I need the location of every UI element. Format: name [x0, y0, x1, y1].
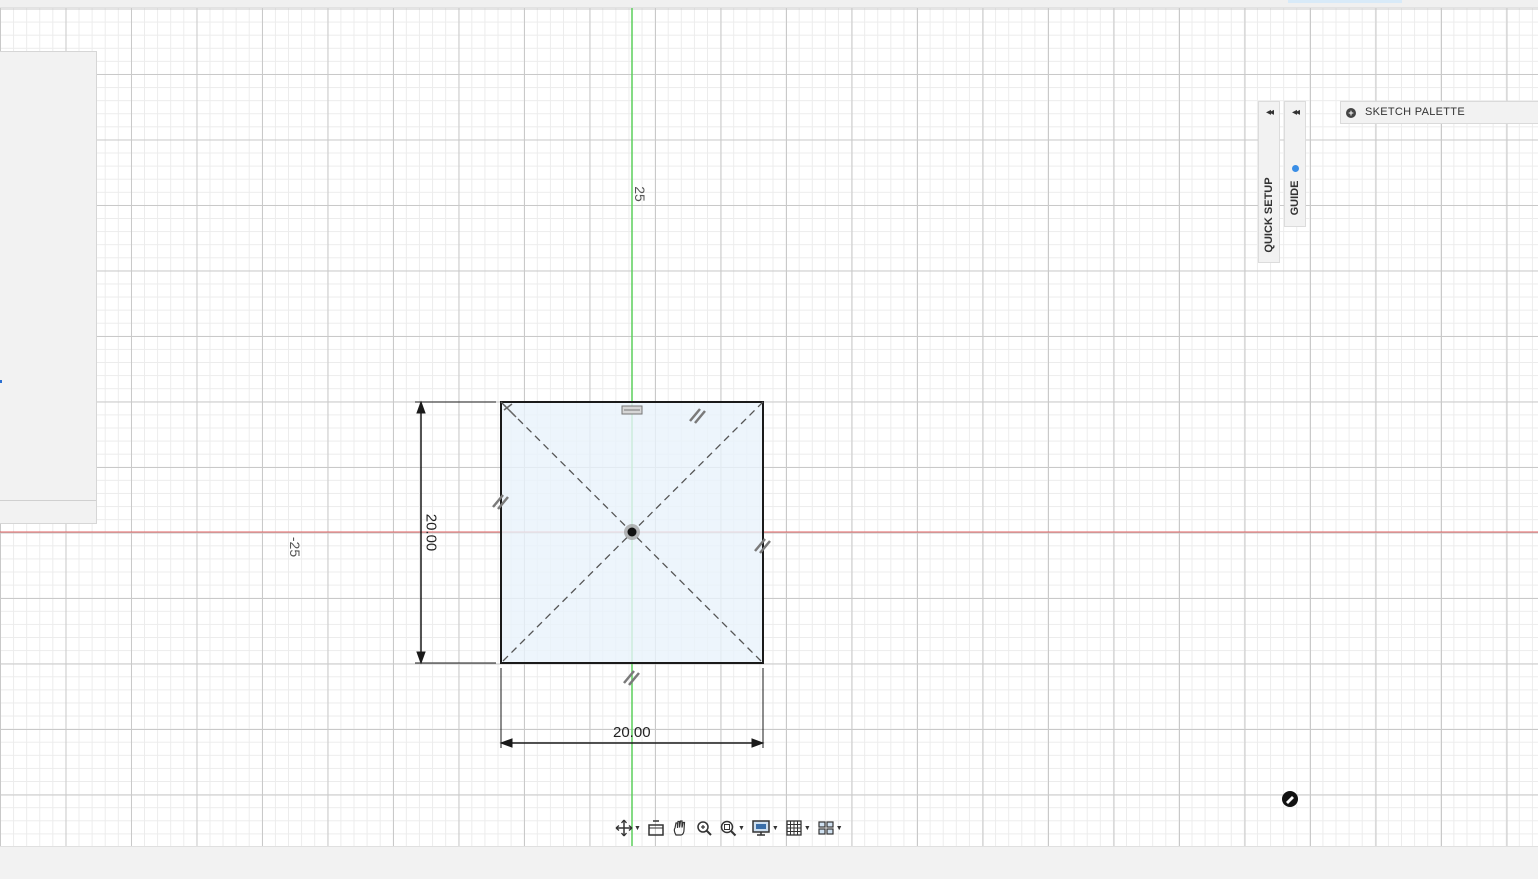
- horizontal-constraint-icon[interactable]: [621, 405, 643, 415]
- collapse-arrows-icon[interactable]: ◂◂: [1259, 102, 1279, 124]
- display-settings-icon: [752, 820, 770, 836]
- cursor-indicator-icon: [1282, 791, 1298, 807]
- fit-zoom-icon: [720, 820, 737, 837]
- display-settings-dropdown-icon[interactable]: ▼: [772, 825, 779, 832]
- fit-zoom-dropdown-icon[interactable]: ▼: [738, 825, 745, 832]
- sketch-palette-label: SKETCH PALETTE: [1365, 106, 1465, 118]
- quick-setup-tab[interactable]: ◂◂ QUICK SETUP: [1258, 101, 1280, 263]
- fit-zoom-button[interactable]: ▼: [718, 816, 746, 840]
- grid-snaps-button[interactable]: ▼: [784, 816, 812, 840]
- height-dimension-value[interactable]: 20.00: [422, 514, 439, 552]
- center-point[interactable]: [627, 527, 637, 537]
- look-at-icon: [648, 820, 664, 836]
- grid-snaps-dropdown-icon[interactable]: ▼: [804, 825, 811, 832]
- sketch-geometry: [0, 8, 1538, 846]
- display-settings-button[interactable]: ▼: [750, 816, 780, 840]
- guide-notification-dot: [1292, 165, 1299, 172]
- quick-setup-label: QUICK SETUP: [1263, 177, 1275, 253]
- vertical-axis-label: 25: [631, 186, 648, 202]
- orbit-button[interactable]: ▼: [614, 816, 642, 840]
- sketch-palette-header[interactable]: + SKETCH PALETTE: [1340, 101, 1538, 124]
- horizontal-axis-label: -25: [287, 536, 304, 558]
- width-dimension-value[interactable]: 20.00: [613, 724, 651, 741]
- bottom-status-strip: [0, 846, 1538, 879]
- navigation-toolbar: ▼ ▼ ▼ ▼ ▼: [614, 815, 844, 841]
- pan-hand-icon: [673, 820, 686, 836]
- orbit-dropdown-icon[interactable]: ▼: [634, 825, 641, 832]
- zoom-icon: [697, 821, 712, 836]
- viewports-icon: [818, 821, 834, 835]
- viewports-button[interactable]: ▼: [816, 816, 844, 840]
- grid-snaps-icon: [786, 820, 802, 836]
- guide-tab[interactable]: ◂◂ GUIDE: [1284, 101, 1306, 227]
- guide-label: GUIDE: [1289, 180, 1301, 216]
- collapse-arrows-icon[interactable]: ◂◂: [1285, 102, 1305, 124]
- orbit-icon: [615, 819, 633, 837]
- look-at-button[interactable]: [646, 816, 666, 840]
- pan-button[interactable]: [670, 816, 690, 840]
- expand-plus-icon[interactable]: +: [1346, 108, 1356, 118]
- viewports-dropdown-icon[interactable]: ▼: [836, 825, 843, 832]
- zoom-button[interactable]: [694, 816, 714, 840]
